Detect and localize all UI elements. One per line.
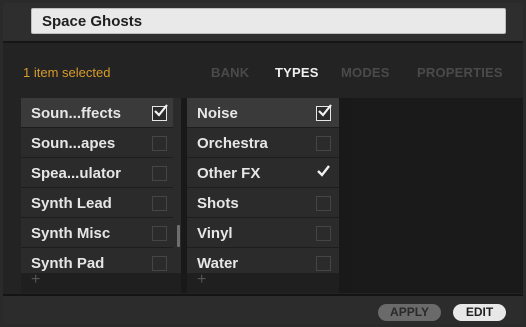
list-item-label: Synth Lead	[31, 195, 112, 212]
checkbox[interactable]	[152, 136, 167, 151]
apply-button[interactable]: APPLY	[378, 304, 441, 321]
checkbox[interactable]	[152, 226, 167, 241]
list-item[interactable]: Orchestra	[187, 128, 339, 158]
list-item-label: Shots	[197, 195, 239, 212]
preset-name-field[interactable]: Space Ghosts	[31, 8, 506, 34]
checkbox-checked[interactable]	[316, 104, 332, 121]
checkbox[interactable]	[316, 136, 331, 151]
list-item[interactable]: Soun...ffects	[21, 98, 173, 128]
check-icon	[317, 165, 330, 177]
add-bar: +	[187, 271, 339, 293]
edit-button[interactable]: EDIT	[453, 304, 506, 321]
checkbox[interactable]	[152, 166, 167, 181]
list-item-label: Soun...apes	[31, 135, 116, 152]
footer: APPLY EDIT	[3, 294, 523, 324]
list-item[interactable]: Other FX	[187, 158, 339, 188]
list-item-label: Orchestra	[197, 135, 268, 152]
list-item[interactable]: Synth Pad	[21, 248, 173, 273]
checkbox[interactable]	[152, 196, 167, 211]
list-item-label: Other FX	[197, 165, 261, 182]
add-bar: +	[21, 271, 181, 293]
tag-lists: Soun...ffects Soun...apes Spea...ulator …	[21, 98, 523, 293]
checkbox[interactable]	[316, 256, 331, 271]
list-item-label: Soun...ffects	[31, 105, 122, 122]
checkbox[interactable]	[152, 256, 167, 271]
list-item[interactable]: Synth Misc	[21, 218, 173, 248]
add-icon[interactable]: +	[197, 271, 206, 289]
list-item[interactable]: Shots	[187, 188, 339, 218]
list-item[interactable]: Noise	[187, 98, 339, 128]
check-icon	[318, 104, 332, 117]
checkbox[interactable]	[316, 226, 331, 241]
empty-list-area	[351, 98, 523, 293]
type-list: Soun...ffects Soun...apes Spea...ulator …	[21, 98, 181, 273]
list-item[interactable]: Synth Lead	[21, 188, 173, 218]
name-bar: Space Ghosts	[3, 3, 523, 41]
tab-modes[interactable]: MODES	[341, 65, 390, 80]
tag-editor-panel: Space Ghosts 1 item selected BANK TYPES …	[3, 3, 523, 324]
check-icon	[154, 104, 168, 117]
list-item[interactable]: Water	[187, 248, 339, 273]
add-icon[interactable]: +	[31, 271, 40, 289]
checkbox-checked[interactable]	[152, 104, 168, 121]
list-item[interactable]: Vinyl	[187, 218, 339, 248]
tag-header: 1 item selected BANK TYPES MODES PROPERT…	[3, 43, 523, 95]
checkbox[interactable]	[316, 196, 331, 211]
subtype-list: Noise Orchestra Other FX Shots Vinyl Wat…	[187, 98, 339, 273]
list-item[interactable]: Spea...ulator	[21, 158, 173, 188]
tab-bank[interactable]: BANK	[211, 65, 249, 80]
tab-properties[interactable]: PROPERTIES	[417, 65, 503, 80]
scrollbar[interactable]	[177, 225, 180, 247]
tab-types[interactable]: TYPES	[275, 65, 319, 80]
selected-count-label: 1 item selected	[23, 65, 111, 80]
list-item-label: Vinyl	[197, 225, 233, 242]
list-item-label: Synth Misc	[31, 225, 111, 242]
checkbox-checked[interactable]	[316, 165, 331, 181]
list-item-label: Synth Pad	[31, 255, 105, 272]
list-item-label: Noise	[197, 105, 238, 122]
list-item-label: Water	[197, 255, 239, 272]
list-item-label: Spea...ulator	[31, 165, 122, 182]
list-item[interactable]: Soun...apes	[21, 128, 173, 158]
